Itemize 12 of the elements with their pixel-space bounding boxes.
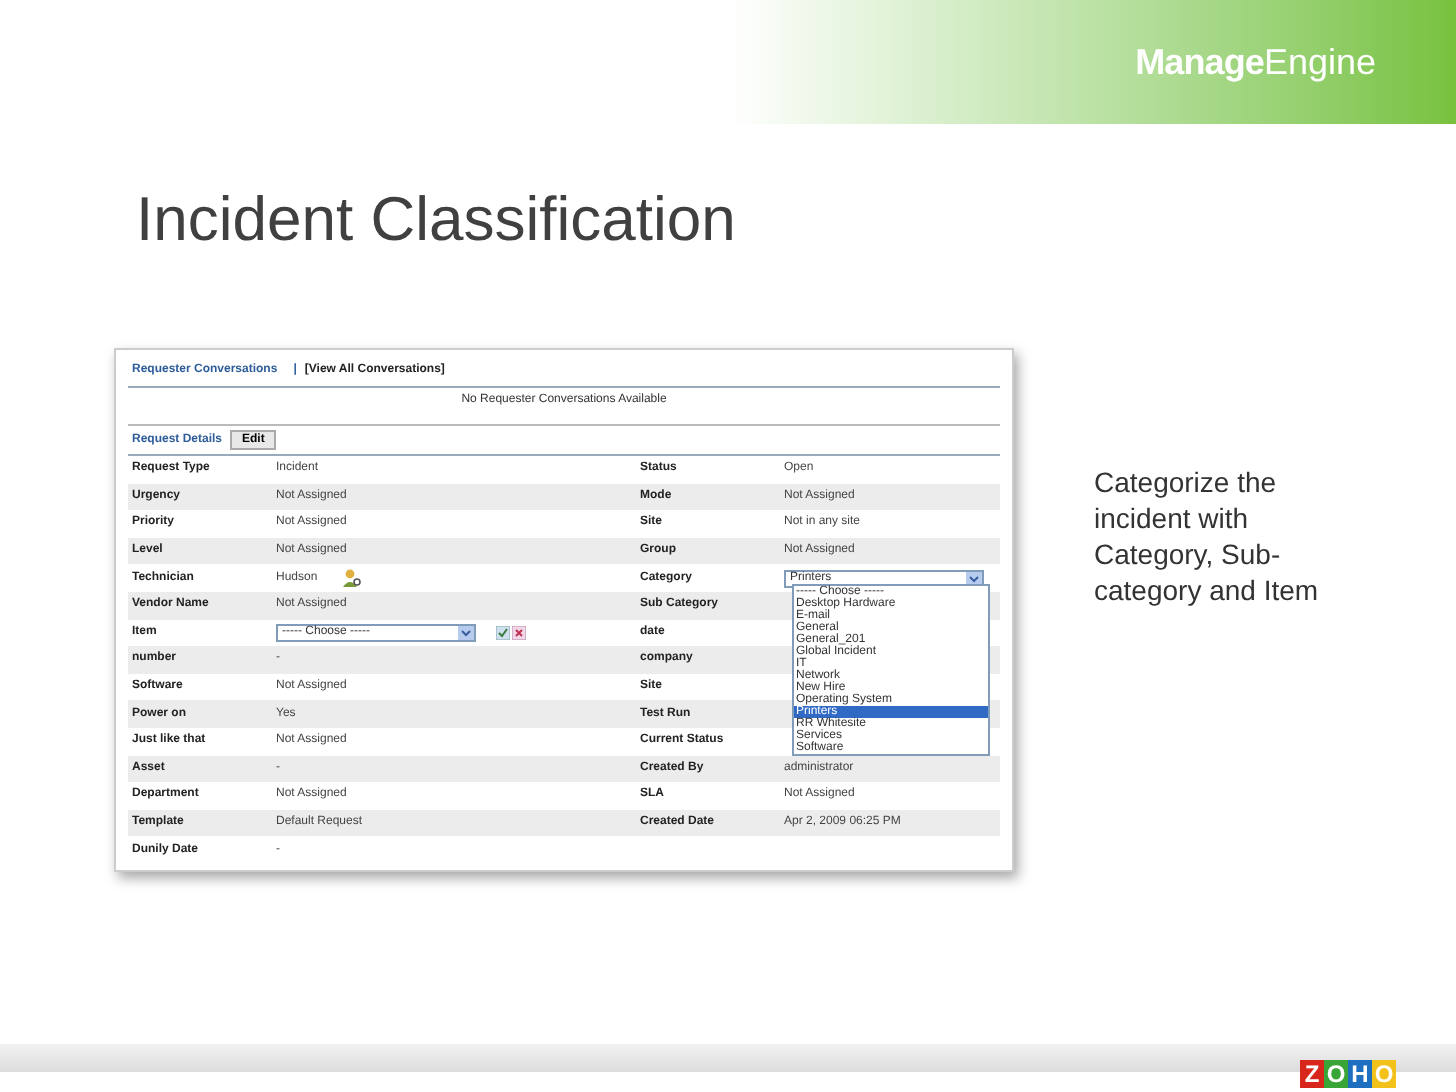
dropdown-arrow-icon [966,571,982,586]
brand-logo: ManageEngine [1135,39,1376,86]
logo-letter: O [1324,1060,1348,1088]
person-search-icon[interactable] [341,568,362,589]
logo-letter: O [1372,1060,1396,1088]
close-icon[interactable] [512,625,526,640]
slide-title: Incident Classification [136,188,738,250]
callout-text: Categorize the incident with Category, Sub-category and Item [1094,464,1321,610]
logo-letter: Z [1300,1060,1324,1088]
check-icon[interactable] [496,625,510,640]
dropdown-arrow-icon [458,625,474,640]
logo-letter: H [1348,1060,1372,1088]
